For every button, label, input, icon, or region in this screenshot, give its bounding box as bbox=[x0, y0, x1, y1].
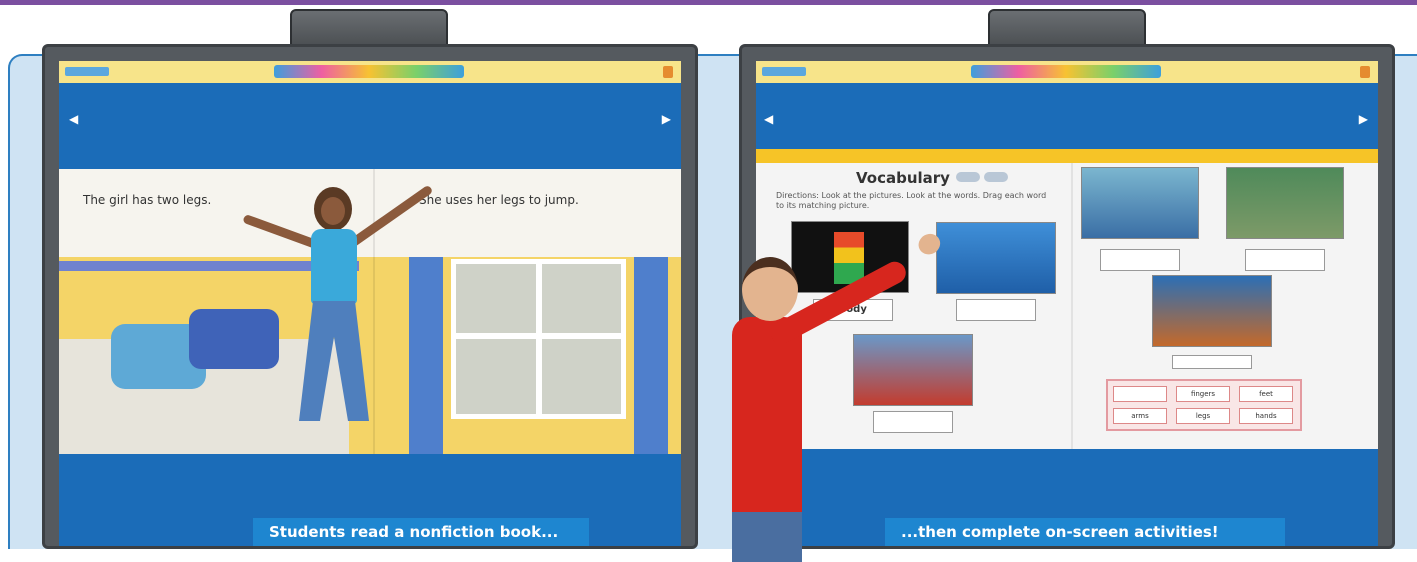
next-page-icon[interactable]: ▶ bbox=[1359, 113, 1368, 125]
curtain bbox=[634, 257, 668, 454]
word-tile[interactable]: feet bbox=[1239, 386, 1293, 402]
window-mullion bbox=[535, 264, 542, 414]
caption-left: Students read a nonfiction book... bbox=[253, 518, 589, 546]
next-page-icon[interactable]: ▶ bbox=[662, 113, 671, 125]
whiteboard-right: ◀ ▶ Vocabulary Directions: Look at the p… bbox=[732, 44, 1395, 562]
word-tile[interactable]: arms bbox=[1113, 408, 1167, 424]
app-toolbar-strip bbox=[756, 61, 1378, 83]
top-accent-bar bbox=[0, 0, 1417, 5]
prev-page-icon[interactable]: ◀ bbox=[69, 113, 78, 125]
drop-target-box[interactable] bbox=[873, 411, 953, 433]
jeans bbox=[299, 301, 369, 421]
drop-target-box[interactable] bbox=[956, 299, 1036, 321]
book-spread: The girl has two legs. She uses her legs… bbox=[59, 169, 681, 454]
prev-page-icon[interactable]: ◀ bbox=[764, 113, 773, 125]
shirt bbox=[311, 229, 357, 304]
picture-fingers bbox=[1152, 275, 1272, 347]
activity-title: Vocabulary bbox=[856, 169, 950, 187]
pointing-boy-photo bbox=[732, 230, 944, 562]
board-screen-left: ◀ ▶ The girl has two legs. She uses her … bbox=[59, 61, 681, 546]
picture-hands bbox=[1226, 167, 1344, 239]
drop-target-box[interactable] bbox=[1100, 249, 1180, 271]
window-mullion bbox=[456, 333, 621, 339]
picture-legs bbox=[936, 222, 1056, 294]
toolbar-tag[interactable] bbox=[65, 67, 109, 76]
toolbar-buttons[interactable] bbox=[274, 65, 464, 78]
window bbox=[451, 259, 626, 419]
title-pill bbox=[956, 172, 980, 182]
toolbar-corner-icon[interactable] bbox=[663, 66, 673, 78]
whiteboard-left: ◀ ▶ The girl has two legs. She uses her … bbox=[42, 44, 698, 549]
toolbar-buttons[interactable] bbox=[971, 65, 1161, 78]
drop-target-box[interactable] bbox=[1245, 249, 1325, 271]
toolbar-tag[interactable] bbox=[762, 67, 806, 76]
app-toolbar-strip bbox=[59, 61, 681, 83]
shirt bbox=[732, 317, 802, 517]
title-pill bbox=[984, 172, 1008, 182]
activity-directions: Directions: Look at the pictures. Look a… bbox=[776, 191, 1047, 210]
picture-feet bbox=[1081, 167, 1199, 239]
word-tile[interactable]: legs bbox=[1176, 408, 1230, 424]
page-text-left: The girl has two legs. bbox=[83, 193, 212, 207]
page-text-right: She uses her legs to jump. bbox=[419, 193, 579, 207]
face bbox=[321, 197, 345, 225]
drop-target-box[interactable] bbox=[1172, 355, 1252, 369]
curtain bbox=[409, 257, 443, 454]
word-tile[interactable] bbox=[1113, 386, 1167, 402]
header-band bbox=[756, 149, 1378, 163]
word-bank: fingers feet arms legs hands bbox=[1106, 379, 1302, 431]
jeans bbox=[732, 512, 802, 562]
jumping-girl-photo bbox=[242, 179, 434, 444]
book-gutter bbox=[1071, 163, 1073, 449]
caption-right: ...then complete on-screen activities! bbox=[885, 518, 1285, 546]
toolbar-corner-icon[interactable] bbox=[1360, 66, 1370, 78]
word-tile[interactable]: hands bbox=[1239, 408, 1293, 424]
head bbox=[742, 257, 798, 321]
word-tile[interactable]: fingers bbox=[1176, 386, 1230, 402]
